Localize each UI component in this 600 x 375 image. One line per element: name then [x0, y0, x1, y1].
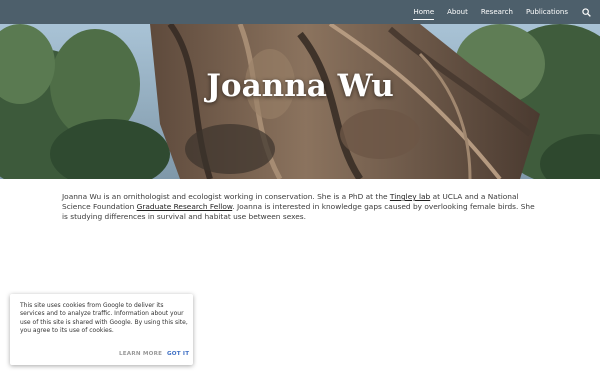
nav-publications[interactable]: Publications: [526, 0, 568, 24]
nav-research[interactable]: Research: [481, 0, 513, 24]
bio-text: Joanna Wu is an ornithologist and ecolog…: [62, 192, 390, 201]
cookie-message: This site uses cookies from Google to de…: [20, 302, 188, 335]
got-it-button[interactable]: GOT IT: [167, 351, 189, 357]
tingley-lab-link[interactable]: Tingley lab: [390, 192, 430, 201]
main-nav: Home About Research Publications: [400, 0, 592, 24]
cookie-notice: This site uses cookies from Google to de…: [10, 294, 193, 365]
page-title: Joanna Wu: [206, 68, 394, 104]
search-icon[interactable]: [580, 6, 592, 18]
nav-home[interactable]: Home: [413, 0, 434, 24]
graduate-research-fellow-link[interactable]: Graduate Research Fellow: [137, 202, 233, 211]
top-navigation-bar: Home About Research Publications: [0, 0, 600, 24]
nav-about[interactable]: About: [447, 0, 468, 24]
bio-paragraph: Joanna Wu is an ornithologist and ecolog…: [62, 192, 540, 223]
hero-banner: Joanna Wu: [0, 24, 600, 179]
learn-more-button[interactable]: LEARN MORE: [119, 351, 162, 357]
